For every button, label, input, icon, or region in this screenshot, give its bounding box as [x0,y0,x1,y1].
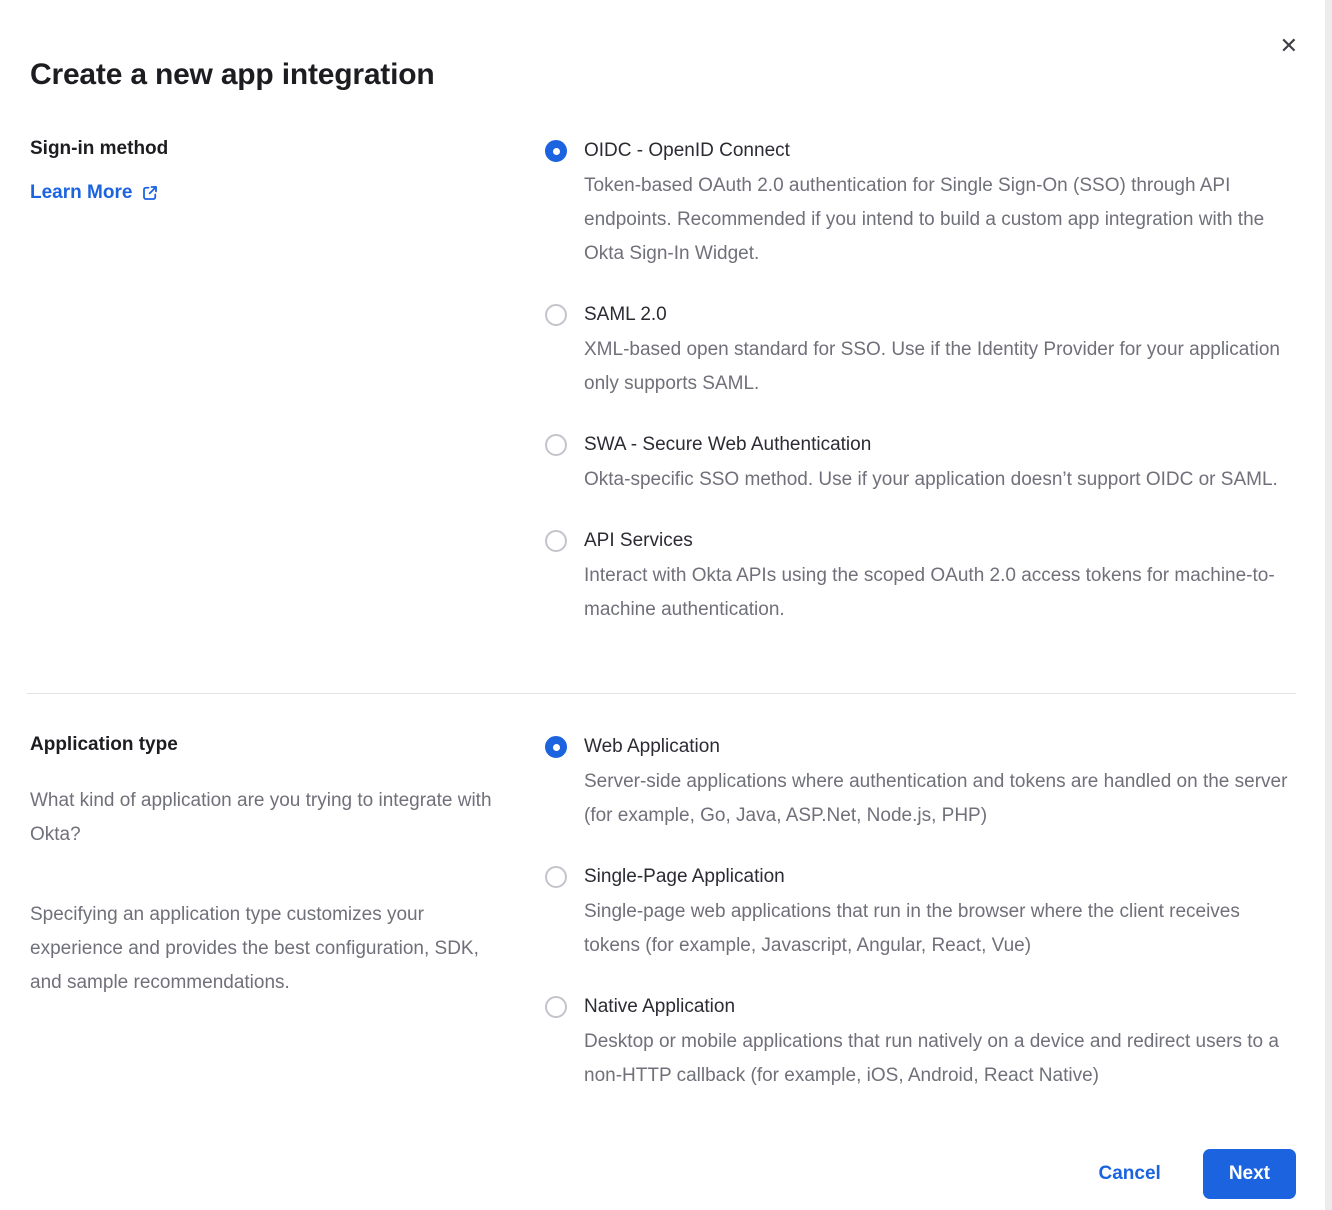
close-icon[interactable]: ✕ [1280,36,1298,58]
option-body: Native Application Desktop or mobile app… [584,994,1296,1093]
option-body: SAML 2.0 XML-based open standard for SSO… [584,302,1296,401]
option-label[interactable]: SWA - Secure Web Authentication [584,432,1278,457]
application-type-hint: Specifying an application type customize… [30,898,512,1000]
option-description: Desktop or mobile applications that run … [584,1025,1296,1093]
create-app-integration-dialog: ✕ Create a new app integration Sign-in m… [0,0,1332,1210]
radio-option-native-application[interactable]: Native Application Desktop or mobile app… [545,994,1296,1093]
signin-method-options: OIDC - OpenID Connect Token-based OAuth … [545,138,1296,627]
option-body: Single-Page Application Single-page web … [584,864,1296,963]
option-description: Interact with Okta APIs using the scoped… [584,559,1296,627]
option-body: Web Application Server-side applications… [584,734,1296,833]
option-label[interactable]: Single-Page Application [584,864,1296,889]
signin-method-label: Sign-in method [30,138,545,160]
radio-option-api-services[interactable]: API Services Interact with Okta APIs usi… [545,528,1296,627]
radio-option-web-application[interactable]: Web Application Server-side applications… [545,734,1296,833]
radio-option-swa[interactable]: SWA - Secure Web Authentication Okta-spe… [545,432,1296,497]
option-label[interactable]: SAML 2.0 [584,302,1296,327]
page-title: Create a new app integration [30,0,1296,92]
radio-option-single-page-application[interactable]: Single-Page Application Single-page web … [545,864,1296,963]
signin-method-left-column: Sign-in method Learn More [30,138,545,627]
learn-more-link[interactable]: Learn More [30,182,159,204]
option-label[interactable]: Native Application [584,994,1296,1019]
radio-option-oidc[interactable]: OIDC - OpenID Connect Token-based OAuth … [545,138,1296,271]
radio-unselected-icon[interactable] [545,996,567,1018]
signin-method-section: Sign-in method Learn More OIDC - OpenID … [30,138,1296,627]
external-link-icon [141,184,159,202]
application-type-question: What kind of application are you trying … [30,784,512,852]
option-description: Okta-specific SSO method. Use if your ap… [584,463,1278,497]
radio-unselected-icon[interactable] [545,866,567,888]
radio-unselected-icon[interactable] [545,434,567,456]
option-description: Server-side applications where authentic… [584,765,1296,833]
option-description: Token-based OAuth 2.0 authentication for… [584,169,1296,271]
section-divider [27,693,1296,694]
next-button[interactable]: Next [1203,1149,1296,1199]
radio-unselected-icon[interactable] [545,304,567,326]
option-body: OIDC - OpenID Connect Token-based OAuth … [584,138,1296,271]
option-label[interactable]: API Services [584,528,1296,553]
application-type-options: Web Application Server-side applications… [545,734,1296,1093]
radio-unselected-icon[interactable] [545,530,567,552]
learn-more-label: Learn More [30,182,132,204]
cancel-button[interactable]: Cancel [1099,1163,1161,1185]
option-body: SWA - Secure Web Authentication Okta-spe… [584,432,1278,497]
application-type-label: Application type [30,734,545,756]
option-description: Single-page web applications that run in… [584,895,1296,963]
option-description: XML-based open standard for SSO. Use if … [584,333,1296,401]
scrollbar-track[interactable] [1325,0,1332,1210]
option-body: API Services Interact with Okta APIs usi… [584,528,1296,627]
option-label[interactable]: OIDC - OpenID Connect [584,138,1296,163]
option-label[interactable]: Web Application [584,734,1296,759]
radio-selected-icon[interactable] [545,736,567,758]
application-type-left-column: Application type What kind of applicatio… [30,734,545,1093]
application-type-section: Application type What kind of applicatio… [30,734,1296,1093]
radio-selected-icon[interactable] [545,140,567,162]
dialog-footer: Cancel Next [30,1149,1296,1199]
radio-option-saml[interactable]: SAML 2.0 XML-based open standard for SSO… [545,302,1296,401]
